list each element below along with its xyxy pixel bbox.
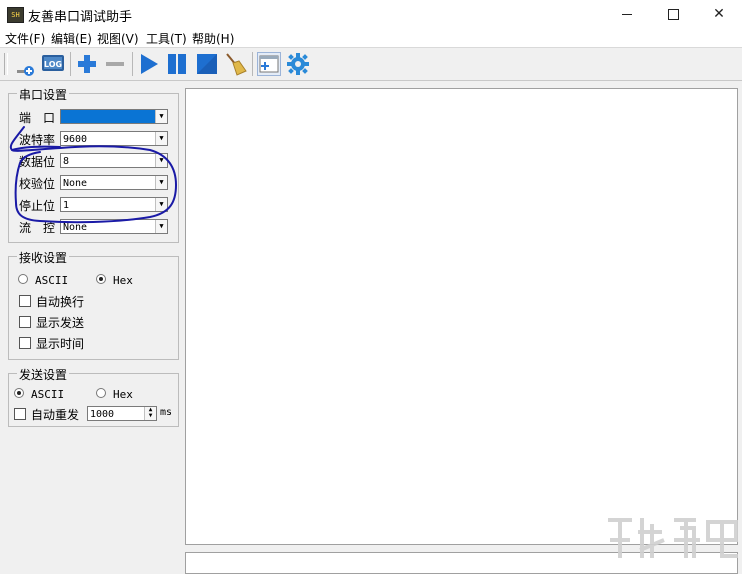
baud-select[interactable]: 9600 ▼ <box>60 131 168 146</box>
parity-label: 校验位 <box>19 177 56 191</box>
new-connection-button[interactable] <box>14 52 38 76</box>
title-bar: SH 友善串口调试助手 ✕ <box>0 0 742 28</box>
resend-interval-input[interactable]: 1000 ▲ ▼ <box>87 406 157 421</box>
receive-settings-panel: 接收设置 ASCII Hex 自动换行 显示发送 显示时间 <box>8 249 179 360</box>
toolbar-separator <box>252 52 253 76</box>
auto-resend-checkbox[interactable] <box>14 408 26 420</box>
data-bits-label: 数据位 <box>19 155 56 169</box>
clear-button[interactable] <box>223 52 247 76</box>
send-settings-panel: 发送设置 ASCII Hex 自动重发 1000 ▲ ▼ ms <box>8 366 179 427</box>
receive-display-area[interactable] <box>185 88 738 545</box>
log-label: LOG <box>44 60 62 69</box>
send-ascii-radio[interactable] <box>14 388 24 398</box>
show-send-checkbox[interactable] <box>19 316 31 328</box>
data-bits-value: 8 <box>63 156 70 167</box>
minimize-icon <box>622 13 632 15</box>
receive-ascii-label: ASCII <box>35 274 69 287</box>
show-send-label: 显示发送 <box>36 316 85 330</box>
parity-value: None <box>63 178 88 189</box>
play-icon <box>141 54 158 74</box>
receive-hex-radio[interactable] <box>96 274 106 284</box>
stop-bits-label: 停止位 <box>19 199 56 213</box>
data-bits-select[interactable]: 8 ▼ <box>60 153 168 168</box>
menu-tools[interactable]: 工具(T) <box>146 30 187 47</box>
log-icon: LOG <box>42 55 64 71</box>
receive-ascii-radio[interactable] <box>18 274 28 284</box>
stop-bits-select[interactable]: 1 ▼ <box>60 197 168 212</box>
toolbar: LOG <box>0 48 742 81</box>
chevron-down-icon: ▼ <box>155 198 167 211</box>
minimize-button[interactable] <box>604 0 650 28</box>
send-hex-label: Hex <box>113 388 133 401</box>
play-button[interactable] <box>137 52 161 76</box>
receive-settings-title: 接收设置 <box>17 249 70 266</box>
add-button[interactable] <box>75 52 99 76</box>
close-icon: ✕ <box>713 6 725 22</box>
chevron-down-icon: ▼ <box>155 132 167 145</box>
flow-select[interactable]: None ▼ <box>60 219 168 234</box>
app-icon: SH <box>7 7 24 23</box>
chevron-down-icon: ▼ <box>155 154 167 167</box>
log-button[interactable]: LOG <box>41 52 65 76</box>
resend-interval-value: 1000 <box>90 409 115 420</box>
spinner-icon[interactable]: ▲ ▼ <box>144 407 156 420</box>
serial-settings-title: 串口设置 <box>17 86 70 103</box>
interval-unit-label: ms <box>160 407 173 418</box>
auto-resend-label: 自动重发 <box>31 408 80 422</box>
remove-button[interactable] <box>103 52 127 76</box>
flow-label: 流 控 <box>19 221 56 235</box>
serial-settings-panel: 串口设置 端 口 ▼ 波特率 9600 ▼ 数据位 8 ▼ 校验位 None ▼… <box>8 86 179 243</box>
window-title: 友善串口调试助手 <box>28 10 133 25</box>
port-select[interactable]: ▼ <box>60 109 168 124</box>
close-button[interactable]: ✕ <box>696 0 742 28</box>
pause-icon <box>168 54 186 74</box>
stop-button[interactable] <box>195 52 219 76</box>
settings-gear-icon <box>287 53 309 75</box>
menu-bar: 文件(F) 编辑(E) 视图(V) 工具(T) 帮助(H) <box>0 28 742 48</box>
settings-button[interactable] <box>286 52 310 76</box>
clear-broom-icon <box>226 53 247 76</box>
baud-label: 波特率 <box>19 133 56 147</box>
menu-edit[interactable]: 编辑(E) <box>51 30 92 47</box>
show-time-checkbox[interactable] <box>19 337 31 349</box>
maximize-button[interactable] <box>650 0 696 28</box>
parity-select[interactable]: None ▼ <box>60 175 168 190</box>
layout-button[interactable] <box>257 52 281 76</box>
send-hex-radio[interactable] <box>96 388 106 398</box>
flow-value: None <box>63 222 88 233</box>
chevron-down-icon: ▼ <box>155 110 167 123</box>
menu-help[interactable]: 帮助(H) <box>192 30 234 47</box>
send-ascii-label: ASCII <box>31 388 65 401</box>
auto-newline-checkbox[interactable] <box>19 295 31 307</box>
auto-newline-label: 自动换行 <box>36 295 85 309</box>
toolbar-separator <box>70 52 71 76</box>
stop-icon <box>197 54 217 74</box>
chevron-down-icon: ▼ <box>155 176 167 189</box>
baud-value: 9600 <box>63 134 88 145</box>
menu-file[interactable]: 文件(F) <box>5 30 45 47</box>
port-label: 端 口 <box>19 111 56 125</box>
watermark-logo <box>608 518 738 558</box>
layout-icon <box>259 55 279 73</box>
show-time-label: 显示时间 <box>36 337 85 351</box>
toolbar-grip <box>4 53 8 75</box>
pause-button[interactable] <box>165 52 189 76</box>
add-icon <box>78 55 96 73</box>
new-connection-icon <box>17 66 34 76</box>
menu-view[interactable]: 视图(V) <box>97 30 139 47</box>
maximize-icon <box>667 8 679 20</box>
toolbar-separator <box>132 52 133 76</box>
receive-hex-label: Hex <box>113 274 133 287</box>
stop-bits-value: 1 <box>63 200 70 211</box>
remove-icon <box>106 62 124 66</box>
chevron-down-icon: ▼ <box>155 220 167 233</box>
send-settings-title: 发送设置 <box>17 366 70 383</box>
